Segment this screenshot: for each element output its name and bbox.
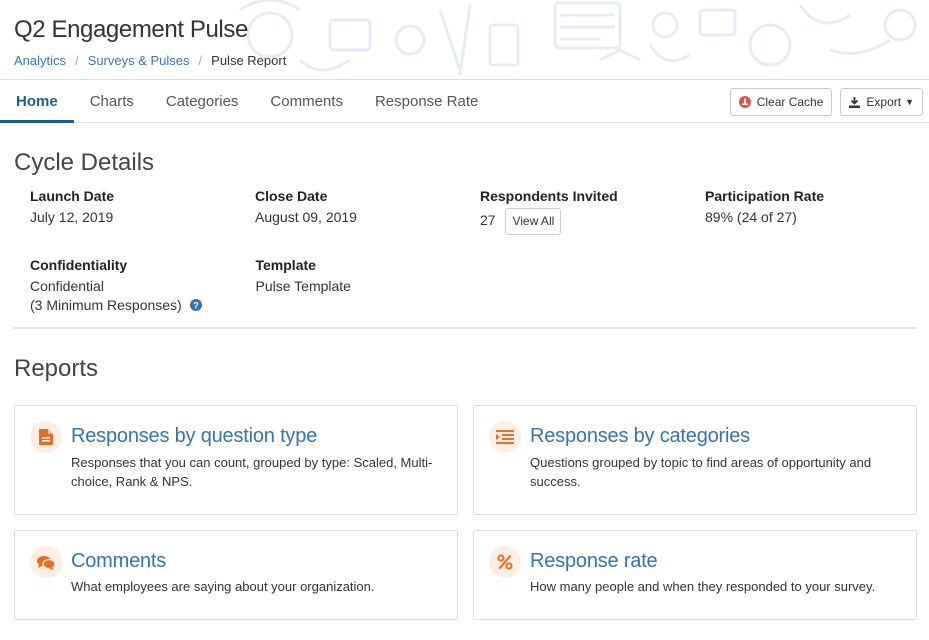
report-card-title: Comments <box>71 550 167 572</box>
close-date-value: August 09, 2019 <box>255 209 357 225</box>
page-header: Q2 Engagement Pulse Analytics / Surveys … <box>0 0 929 79</box>
page-title: Q2 Engagement Pulse <box>14 16 248 43</box>
clear-cache-button[interactable]: Clear Cache <box>729 88 833 116</box>
template-field: Template Pulse Template <box>256 257 482 315</box>
tab-charts[interactable]: Charts <box>74 80 150 122</box>
report-card-title: Response rate <box>530 550 658 572</box>
reports-heading: Reports <box>14 355 99 382</box>
report-card-description: How many people and when they responded … <box>530 579 876 594</box>
tab-categories[interactable]: Categories <box>150 80 255 122</box>
respondents-invited-value: 27 <box>480 212 496 229</box>
report-card-description: Responses that you can count, grouped by… <box>71 455 433 489</box>
template-value: Pulse Template <box>255 278 351 294</box>
clear-cache-icon <box>738 96 751 108</box>
confidentiality-field: Confidentiality Confidential (3 Minimum … <box>30 257 256 315</box>
close-date-field: Close Date August 09, 2019 <box>255 188 480 235</box>
participation-rate-label: Participation Rate <box>705 188 825 204</box>
template-label: Template <box>255 257 316 273</box>
breadcrumb-analytics[interactable]: Analytics <box>14 53 66 68</box>
tab-response-rate[interactable]: Response Rate <box>359 80 494 122</box>
question-circle-icon[interactable]: ? <box>189 299 202 311</box>
report-card-title: Responses by question type <box>71 425 318 447</box>
launch-date-field: Launch Date July 12, 2019 <box>30 188 255 235</box>
participation-rate-field: Participation Rate 89% (24 of 27) <box>705 188 929 235</box>
view-all-button[interactable]: View All <box>505 208 562 235</box>
export-label: Export <box>866 95 902 109</box>
confidentiality-value: Confidential <box>30 278 104 294</box>
confidentiality-note: (3 Minimum Responses) <box>30 297 182 313</box>
export-dropdown-button[interactable]: Export ▼ <box>840 88 923 116</box>
respondents-invited-label: Respondents Invited <box>480 188 618 204</box>
document-icon <box>30 421 62 453</box>
breadcrumb-separator: / <box>198 53 203 68</box>
comments-icon <box>30 546 62 578</box>
launch-date-label: Launch Date <box>30 188 115 204</box>
breadcrumb-separator: / <box>75 53 79 68</box>
section-divider <box>14 327 917 329</box>
tab-bar: Home Charts Categories Comments Response… <box>0 79 929 123</box>
indent-list-icon <box>489 421 521 453</box>
breadcrumb-surveys-pulses[interactable]: Surveys & Pulses <box>88 53 190 68</box>
report-card-description: What employees are saying about your org… <box>71 579 375 594</box>
launch-date-value: July 12, 2019 <box>30 209 114 225</box>
breadcrumb: Analytics / Surveys & Pulses / Pulse Rep… <box>14 53 286 68</box>
report-card-response-rate[interactable]: Response rate How many people and when t… <box>473 530 917 620</box>
participation-rate-value: 89% (24 of 27) <box>705 209 797 225</box>
caret-down-icon: ▼ <box>905 97 914 107</box>
breadcrumb-current: Pulse Report <box>211 53 287 68</box>
tab-comments[interactable]: Comments <box>254 80 359 122</box>
download-icon <box>849 96 861 108</box>
close-date-label: Close Date <box>255 188 328 204</box>
report-card-question-type[interactable]: Responses by question type Responses tha… <box>14 405 458 515</box>
respondents-invited-field: Respondents Invited 27 View All <box>480 188 705 235</box>
cycle-details: Launch Date July 12, 2019 Close Date Aug… <box>30 188 929 315</box>
report-card-description: Questions grouped by topic to find areas… <box>530 455 872 489</box>
report-card-comments[interactable]: Comments What employees are saying about… <box>14 530 458 620</box>
svg-text:?: ? <box>193 300 199 310</box>
clear-cache-label: Clear Cache <box>756 95 824 109</box>
report-card-title: Responses by categories <box>530 425 750 447</box>
report-card-categories[interactable]: Responses by categories Questions groupe… <box>473 405 917 515</box>
cycle-details-heading: Cycle Details <box>14 149 155 176</box>
confidentiality-label: Confidentiality <box>30 257 128 273</box>
tab-home[interactable]: Home <box>0 80 74 123</box>
percent-icon <box>489 546 521 578</box>
